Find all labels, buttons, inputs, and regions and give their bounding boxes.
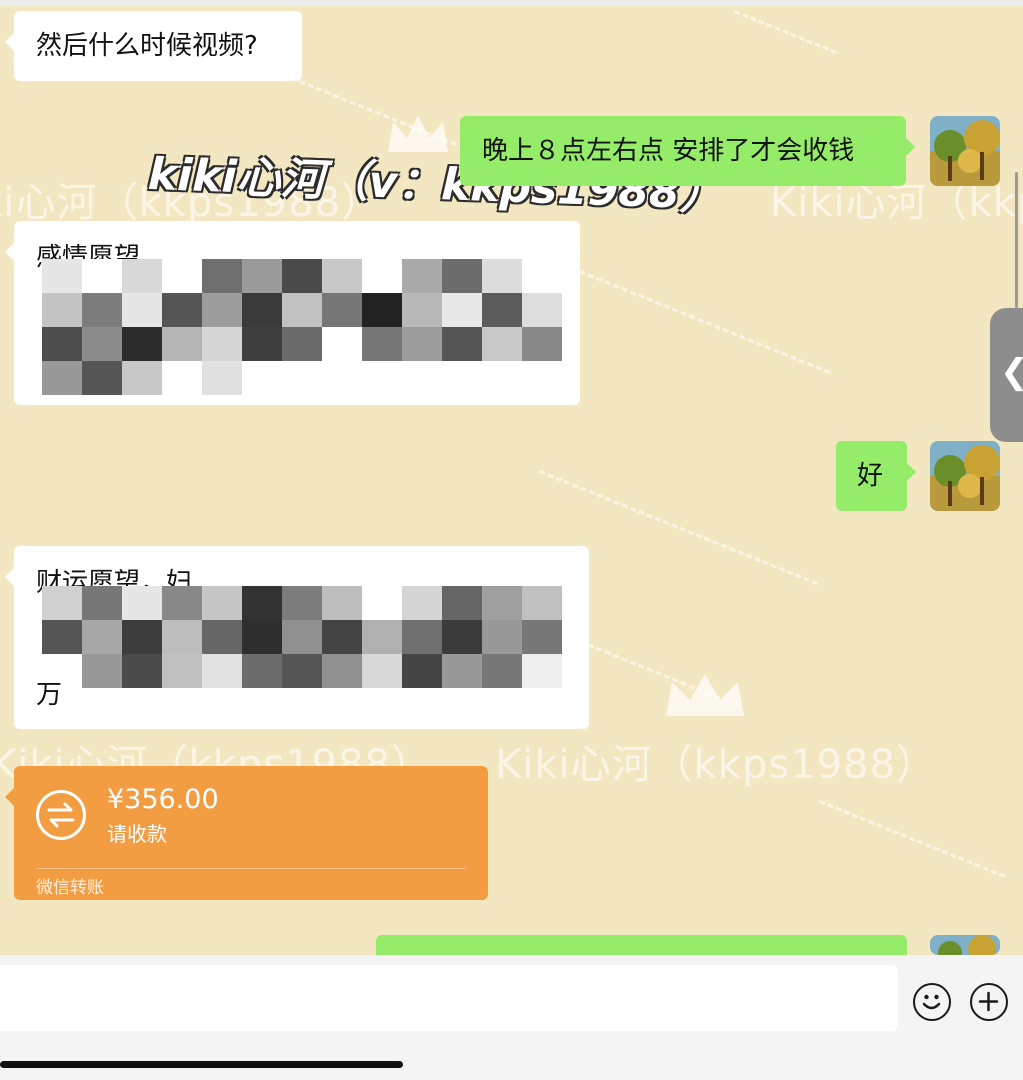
transfer-icon (36, 790, 86, 840)
chevron-left-icon: ❮ (1000, 352, 1023, 392)
pixelated-text (42, 259, 562, 395)
pixelated-text (42, 586, 562, 688)
message-text: 晚上８点左右点 安排了才会收钱 (482, 136, 855, 166)
message-bubble-outgoing[interactable]: 好 (836, 441, 916, 511)
input-bar (0, 955, 1023, 1080)
message-text: 好 (857, 461, 884, 491)
message-input[interactable] (0, 965, 898, 1031)
divider (36, 868, 466, 869)
transfer-amount: ¥356.00 (107, 784, 219, 815)
transfer-label: 微信转账 (36, 878, 104, 898)
message-bubble-outgoing[interactable]: 晚上８点左右点 安排了才会收钱 (460, 116, 915, 186)
message-text-tail: 万 (36, 680, 63, 710)
avatar[interactable] (930, 935, 1000, 955)
watermark-line (578, 270, 831, 374)
chat-background: Kiki心河（kkps1988） Kiki心河（kkps1988） Kiki心河… (0, 0, 1023, 955)
message-text: 然后什么时候视频? (36, 31, 258, 61)
watermark-line (733, 10, 837, 54)
avatar[interactable] (930, 441, 1000, 511)
emoji-icon[interactable] (913, 983, 951, 1021)
avatar-image (930, 935, 1000, 955)
watermark-line (818, 800, 1006, 878)
home-indicator[interactable] (0, 1061, 403, 1068)
side-panel-handle[interactable]: ❮ (990, 308, 1023, 442)
message-bubble-incoming[interactable]: 感情愿望， (5, 221, 580, 405)
message-bubble-outgoing[interactable] (376, 935, 907, 955)
crown-icon (666, 674, 744, 716)
message-bubble-incoming[interactable]: 然后什么时候视频? (5, 11, 302, 81)
avatar-image (930, 441, 1000, 511)
status-divider (0, 0, 1023, 6)
watermark-text: Kiki心河（kkps1988） (495, 742, 937, 788)
message-bubble-incoming[interactable]: 财运愿望，妇 万 (5, 546, 589, 729)
scrollbar[interactable] (1015, 172, 1018, 308)
transfer-status: 请收款 (107, 822, 167, 846)
transfer-card[interactable]: ¥356.00 请收款 微信转账 (5, 766, 488, 900)
avatar[interactable] (930, 116, 1000, 186)
plus-icon[interactable] (970, 983, 1008, 1021)
avatar-image (930, 116, 1000, 186)
